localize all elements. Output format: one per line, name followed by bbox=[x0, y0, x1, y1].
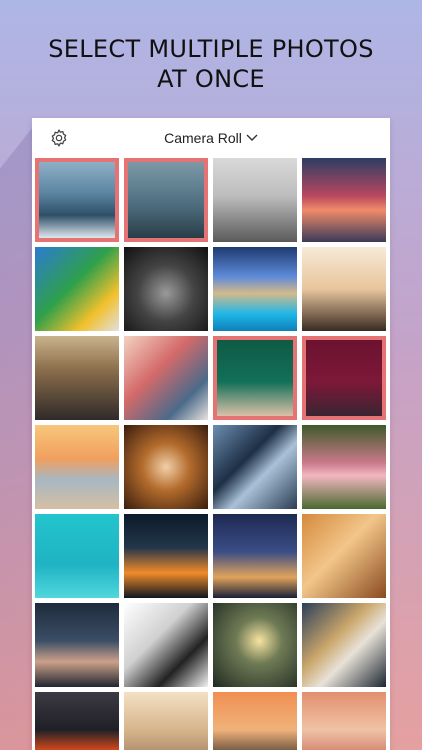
photo-image bbox=[213, 247, 297, 331]
photo-thumbnail-climbers-silhouette[interactable] bbox=[302, 247, 386, 331]
photo-image bbox=[302, 247, 386, 331]
photo-image bbox=[213, 603, 297, 687]
photo-image bbox=[306, 340, 382, 416]
photo-thumbnail-macaw-parrot[interactable] bbox=[35, 247, 119, 331]
headline: SELECT MULTIPLE PHOTOS AT ONCE bbox=[0, 34, 422, 94]
album-title: Camera Roll bbox=[164, 130, 242, 146]
photo-thumbnail-woman-blonde-hair[interactable] bbox=[124, 692, 208, 750]
photo-image bbox=[213, 158, 297, 242]
photo-thumbnail-person-with-sparkler[interactable] bbox=[213, 603, 297, 687]
photo-image bbox=[124, 514, 208, 598]
photo-thumbnail-woman-on-boat-deck[interactable] bbox=[35, 158, 119, 242]
photo-image bbox=[213, 692, 297, 750]
photo-image bbox=[124, 425, 208, 509]
photo-image bbox=[302, 425, 386, 509]
top-bar: Camera Roll bbox=[32, 118, 390, 158]
photo-thumbnail-woman-green-door[interactable] bbox=[213, 336, 297, 420]
photo-image bbox=[302, 603, 386, 687]
photo-image bbox=[302, 692, 386, 750]
photo-thumbnail-bw-hair-art[interactable] bbox=[124, 603, 208, 687]
photo-image bbox=[217, 340, 293, 416]
photo-grid bbox=[35, 158, 386, 750]
photo-picker-screen: Camera Roll bbox=[32, 118, 390, 750]
photo-thumbnail-smoke-sunset[interactable] bbox=[213, 692, 297, 750]
photo-thumbnail-woman-fur-hood-lights[interactable] bbox=[124, 425, 208, 509]
photo-image bbox=[124, 692, 208, 750]
photo-thumbnail-woman-in-hood[interactable] bbox=[35, 603, 119, 687]
photo-image bbox=[302, 158, 386, 242]
photo-image bbox=[39, 162, 115, 238]
photo-thumbnail-skyscrapers-looking-up[interactable] bbox=[213, 425, 297, 509]
photo-image bbox=[124, 603, 208, 687]
photo-thumbnail-bw-pine-trees[interactable] bbox=[213, 158, 297, 242]
photo-thumbnail-harbor-sunset-boats[interactable] bbox=[302, 158, 386, 242]
album-selector[interactable]: Camera Roll bbox=[164, 130, 258, 146]
photo-image bbox=[213, 425, 297, 509]
photo-thumbnail-woman-looking-at-sea[interactable] bbox=[124, 158, 208, 242]
photo-thumbnail-couple-on-beach[interactable] bbox=[35, 425, 119, 509]
photo-thumbnail-girl-with-cap[interactable] bbox=[302, 514, 386, 598]
photo-image bbox=[124, 336, 208, 420]
headline-line-2: AT ONCE bbox=[157, 65, 265, 93]
photo-thumbnail-man-in-cap[interactable] bbox=[124, 336, 208, 420]
photo-image bbox=[35, 603, 119, 687]
photo-image bbox=[35, 692, 119, 750]
photo-image bbox=[35, 514, 119, 598]
photo-thumbnail-louvre-night[interactable] bbox=[213, 514, 297, 598]
photo-thumbnail-twins-red-wall[interactable] bbox=[302, 336, 386, 420]
photo-image bbox=[35, 247, 119, 331]
headline-line-1: SELECT MULTIPLE PHOTOS bbox=[48, 35, 374, 63]
photo-thumbnail-smiling-woman[interactable] bbox=[302, 692, 386, 750]
photo-thumbnail-woman-with-lights[interactable] bbox=[302, 603, 386, 687]
photo-thumbnail-bw-finger-to-lips[interactable] bbox=[124, 247, 208, 331]
photo-thumbnail-lava-volcano[interactable] bbox=[35, 692, 119, 750]
chevron-down-icon bbox=[246, 134, 258, 141]
photo-image bbox=[124, 247, 208, 331]
photo-thumbnail-city-light-trails[interactable] bbox=[124, 514, 208, 598]
photo-thumbnail-modern-house-pool[interactable] bbox=[213, 247, 297, 331]
photo-thumbnail-concert-crowd[interactable] bbox=[35, 336, 119, 420]
photo-image bbox=[302, 514, 386, 598]
photo-image bbox=[128, 162, 204, 238]
photo-image bbox=[35, 425, 119, 509]
photo-image bbox=[35, 336, 119, 420]
gear-icon[interactable] bbox=[49, 128, 69, 148]
photo-thumbnail-woman-lying-grass[interactable] bbox=[302, 425, 386, 509]
photo-thumbnail-person-turquoise-water[interactable] bbox=[35, 514, 119, 598]
photo-image bbox=[213, 514, 297, 598]
